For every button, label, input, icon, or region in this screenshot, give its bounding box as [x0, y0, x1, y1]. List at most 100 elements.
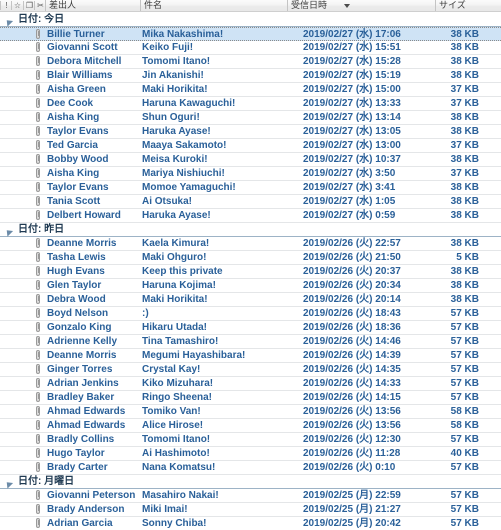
mail-message-list[interactable]: ! ☆ ❐ ✂ 差出人 件名 受信日時 サイズ 日付: 今日 Billie Tur… — [0, 0, 501, 530]
column-header-bar[interactable]: ! ☆ ❐ ✂ 差出人 件名 受信日時 サイズ — [0, 0, 501, 12]
column-header-size[interactable]: サイズ — [435, 0, 501, 11]
cell-received-date: 2019/02/27 (水) 15:28 — [303, 56, 401, 67]
attachment-icon — [35, 518, 42, 529]
table-row[interactable]: Aisha King Shun Oguri! 2019/02/27 (水) 13:1… — [0, 111, 501, 125]
table-row[interactable]: Brady Carter Nana Komatsu! 2019/02/26 (火) … — [0, 461, 501, 475]
table-row[interactable]: Debora Mitchell Tomomi Itano! 2019/02/27 (… — [0, 55, 501, 69]
table-row[interactable]: Giovanni Scott Keiko Fuji! 2019/02/27 (水) … — [0, 41, 501, 55]
group-header-row[interactable]: 日付: 月曜日 — [0, 475, 501, 489]
table-row[interactable]: Taylor Evans Haruka Ayase! 2019/02/27 (水) … — [0, 125, 501, 139]
cell-received-date: 2019/02/26 (火) 18:43 — [303, 308, 401, 319]
cell-from: Ahmad Edwards — [47, 406, 126, 417]
attachment-icon — [35, 252, 42, 263]
cell-subject: Maki Ohguro! — [142, 252, 207, 263]
cell-size: 37 KB — [450, 168, 479, 179]
table-row[interactable]: Glen Taylor Haruna Kojima! 2019/02/26 (火) … — [0, 279, 501, 293]
table-row[interactable]: Adrian Garcia Sonny Chiba! 2019/02/25 (月) … — [0, 517, 501, 530]
attachment-icon — [35, 168, 42, 179]
table-row[interactable]: Giovanni Peterson Masahiro Nakai! 2019/02/… — [0, 489, 501, 503]
collapse-triangle-icon[interactable] — [3, 227, 14, 237]
collapse-triangle-icon[interactable] — [3, 479, 14, 489]
table-row[interactable]: Brady Anderson Miki Imai! 2019/02/25 (月) 2… — [0, 503, 501, 517]
group-header-row[interactable]: 日付: 今日 — [0, 13, 501, 27]
table-row[interactable]: Tania Scott Ai Otsuka! 2019/02/27 (水) 1:05… — [0, 195, 501, 209]
table-row[interactable]: Billie Turner Mika Nakashima! 2019/02/27 (… — [0, 27, 501, 41]
cell-subject: Maaya Sakamoto! — [142, 140, 227, 151]
cell-from: Ahmad Edwards — [47, 420, 126, 431]
cell-received-date: 2019/02/26 (火) 11:28 — [303, 448, 401, 459]
table-row[interactable]: Hugo Taylor Ai Hashimoto! 2019/02/26 (火) 1… — [0, 447, 501, 461]
table-row[interactable]: Deanne Morris Megumi Hayashibara! 2019/02/… — [0, 349, 501, 363]
cell-subject: Tomomi Itano! — [142, 56, 211, 67]
cell-received-date: 2019/02/27 (水) 13:00 — [303, 140, 401, 151]
cell-size: 38 KB — [450, 42, 479, 53]
cell-subject: Ringo Sheena! — [142, 392, 213, 403]
table-row[interactable]: Dee Cook Haruna Kawaguchi! 2019/02/27 (水) … — [0, 97, 501, 111]
table-row[interactable]: Ahmad Edwards Alice Hirose! 2019/02/26 (火)… — [0, 419, 501, 433]
table-row[interactable]: Ahmad Edwards Tomiko Van! 2019/02/26 (火) 1… — [0, 405, 501, 419]
cell-subject: Tina Tamashiro! — [142, 336, 219, 347]
cell-from: Hugh Evans — [47, 266, 105, 277]
cell-subject: Keiko Fuji! — [142, 42, 194, 53]
table-row[interactable]: Taylor Evans Momoe Yamaguchi! 2019/02/27 (… — [0, 181, 501, 195]
cell-received-date: 2019/02/26 (火) 14:39 — [303, 350, 401, 361]
cell-size: 57 KB — [450, 322, 479, 333]
cell-received-date: 2019/02/27 (水) 3:41 — [303, 182, 396, 193]
cell-size: 38 KB — [450, 238, 479, 249]
table-row[interactable]: Adrian Jenkins Kiko Mizuhara! 2019/02/26 (… — [0, 377, 501, 391]
sort-descending-icon[interactable] — [344, 4, 350, 8]
table-row[interactable]: Aisha King Mariya Nishiuchi! 2019/02/27 (水… — [0, 167, 501, 181]
cell-size: 38 KB — [450, 182, 479, 193]
table-row[interactable]: Hugh Evans Keep this private 2019/02/26 (火… — [0, 265, 501, 279]
table-row[interactable]: Bobby Wood Meisa Kuroki! 2019/02/27 (水) 10… — [0, 153, 501, 167]
cell-from: Blair Williams — [47, 70, 113, 81]
table-row[interactable]: Aisha Green Maki Horikita! 2019/02/27 (水) … — [0, 83, 501, 97]
attachment-icon — [35, 308, 42, 319]
table-row[interactable]: Tasha Lewis Maki Ohguro! 2019/02/26 (火) 21… — [0, 251, 501, 265]
table-row[interactable]: Bradley Baker Ringo Sheena! 2019/02/26 (火)… — [0, 391, 501, 405]
table-row[interactable]: Bradly Collins Tomomi Itano! 2019/02/26 (火… — [0, 433, 501, 447]
column-header-from[interactable]: 差出人 — [45, 0, 140, 11]
cell-size: 38 KB — [450, 126, 479, 137]
cell-received-date: 2019/02/27 (水) 15:51 — [303, 42, 401, 53]
cell-from: Bradley Baker — [47, 392, 115, 403]
cell-from: Debora Mitchell — [47, 56, 122, 67]
cell-size: 57 KB — [450, 490, 479, 501]
attachment-icon — [35, 29, 42, 40]
flag-icon[interactable]: ☆ — [13, 1, 22, 10]
cell-size: 57 KB — [450, 392, 479, 403]
attachment-icon[interactable]: ✂ — [36, 1, 45, 10]
cell-received-date: 2019/02/26 (火) 20:14 — [303, 294, 401, 305]
cell-size: 38 KB — [450, 29, 479, 40]
table-row[interactable]: Delbert Howard Haruka Ayase! 2019/02/27 (水… — [0, 209, 501, 223]
attachment-icon — [35, 448, 42, 459]
cell-subject: Haruna Kawaguchi! — [142, 98, 236, 109]
cell-from: Adrian Garcia — [47, 518, 113, 529]
attachment-icon — [35, 280, 42, 291]
cell-subject: Maki Horikita! — [142, 84, 208, 95]
column-header-received-date[interactable]: 受信日時 — [287, 0, 435, 11]
table-row[interactable]: Debra Wood Maki Horikita! 2019/02/26 (火) 2… — [0, 293, 501, 307]
unread-page-icon[interactable]: ❐ — [25, 1, 34, 10]
importance-icon[interactable]: ! — [2, 1, 11, 10]
table-row[interactable]: Deanne Morris Kaela Kimura! 2019/02/26 (火)… — [0, 237, 501, 251]
header-divider — [11, 1, 12, 10]
cell-size: 38 KB — [450, 154, 479, 165]
header-divider — [23, 1, 24, 10]
cell-subject: Megumi Hayashibara! — [142, 350, 246, 361]
cell-subject: Kaela Kimura! — [142, 238, 210, 249]
attachment-icon — [35, 350, 42, 361]
column-header-subject[interactable]: 件名 — [140, 0, 285, 11]
message-rows-container[interactable]: 日付: 今日 Billie Turner Mika Nakashima! 2019/0… — [0, 13, 501, 530]
attachment-icon — [35, 126, 42, 137]
cell-from: Glen Taylor — [47, 280, 102, 291]
table-row[interactable]: Ted Garcia Maaya Sakamoto! 2019/02/27 (水) … — [0, 139, 501, 153]
table-row[interactable]: Blair Williams Jin Akanishi! 2019/02/27 (水… — [0, 69, 501, 83]
table-row[interactable]: Boyd Nelson:) 2019/02/26 (火) 18:43 57 KB — [0, 307, 501, 321]
cell-size: 57 KB — [450, 462, 479, 473]
collapse-triangle-icon[interactable] — [3, 17, 14, 27]
table-row[interactable]: Adrienne Kelly Tina Tamashiro! 2019/02/26 … — [0, 335, 501, 349]
table-row[interactable]: Gonzalo King Hikaru Utada! 2019/02/26 (火) … — [0, 321, 501, 335]
group-header-row[interactable]: 日付: 昨日 — [0, 223, 501, 237]
table-row[interactable]: Ginger Torres Crystal Kay! 2019/02/26 (火) … — [0, 363, 501, 377]
